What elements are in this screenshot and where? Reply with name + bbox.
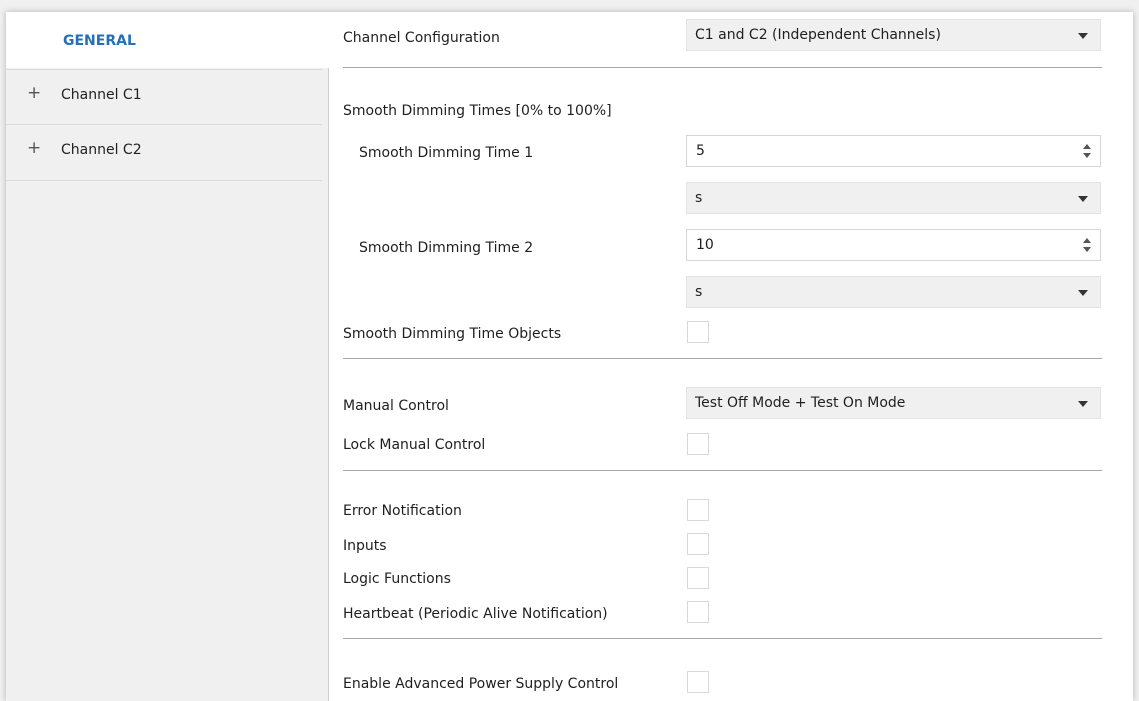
smooth-dimming-time-1-input[interactable]: 5: [686, 135, 1101, 167]
selected-value: C1 and C2 (Independent Channels): [695, 27, 941, 43]
smooth-dimming-time-2-input[interactable]: 10: [686, 229, 1101, 261]
smooth-dimming-section-label: Smooth Dimming Times [0% to 100%]: [343, 103, 612, 119]
sidebar-item-channel-c1[interactable]: + Channel C1: [6, 69, 322, 125]
section-divider: [343, 358, 1102, 359]
input-value: 10: [696, 237, 714, 253]
inputs-checkbox[interactable]: [687, 533, 709, 555]
channel-configuration-select[interactable]: C1 and C2 (Independent Channels): [686, 19, 1101, 51]
spinner-arrows-icon[interactable]: [1083, 238, 1092, 254]
manual-control-label: Manual Control: [343, 398, 449, 414]
sidebar: GENERAL + Channel C1 + Channel C2: [6, 12, 329, 701]
manual-control-select[interactable]: Test Off Mode + Test On Mode: [686, 387, 1101, 419]
lock-manual-control-label: Lock Manual Control: [343, 437, 486, 453]
channel-configuration-label: Channel Configuration: [343, 30, 500, 46]
section-divider: [343, 67, 1102, 68]
heartbeat-checkbox[interactable]: [687, 601, 709, 623]
inputs-label: Inputs: [343, 538, 387, 554]
sidebar-item-label: GENERAL: [63, 33, 136, 49]
sidebar-item-label: Channel C2: [61, 142, 142, 158]
lock-manual-control-checkbox[interactable]: [687, 433, 709, 455]
advanced-power-supply-checkbox[interactable]: [687, 671, 709, 693]
chevron-down-icon: [1078, 196, 1088, 202]
smooth-dimming-objects-label: Smooth Dimming Time Objects: [343, 326, 562, 342]
error-notification-checkbox[interactable]: [687, 499, 709, 521]
sidebar-item-channel-c2[interactable]: + Channel C2: [6, 125, 322, 181]
smooth-dimming-time-1-unit-select[interactable]: s: [686, 182, 1101, 214]
parameters-window: GENERAL + Channel C1 + Channel C2 Channe…: [6, 12, 1133, 701]
error-notification-label: Error Notification: [343, 503, 462, 519]
chevron-down-icon: [1078, 290, 1088, 296]
spinner-arrows-icon[interactable]: [1083, 144, 1092, 160]
sidebar-item-label: Channel C1: [61, 87, 142, 103]
expand-plus-icon[interactable]: +: [27, 138, 41, 158]
selected-value: Test Off Mode + Test On Mode: [695, 395, 906, 411]
section-divider: [343, 470, 1102, 471]
selected-value: s: [695, 190, 703, 206]
logic-functions-label: Logic Functions: [343, 571, 451, 587]
input-value: 5: [696, 143, 705, 159]
smooth-dimming-objects-checkbox[interactable]: [687, 321, 709, 343]
section-divider: [343, 638, 1102, 639]
smooth-dimming-time-2-label: Smooth Dimming Time 2: [359, 240, 534, 256]
sidebar-item-general[interactable]: GENERAL: [6, 12, 329, 68]
selected-value: s: [695, 284, 703, 300]
chevron-down-icon: [1078, 33, 1088, 39]
heartbeat-label: Heartbeat (Periodic Alive Notification): [343, 606, 608, 622]
chevron-down-icon: [1078, 401, 1088, 407]
smooth-dimming-time-2-unit-select[interactable]: s: [686, 276, 1101, 308]
expand-plus-icon[interactable]: +: [27, 83, 41, 103]
advanced-power-supply-label: Enable Advanced Power Supply Control: [343, 676, 619, 692]
logic-functions-checkbox[interactable]: [687, 567, 709, 589]
smooth-dimming-time-1-label: Smooth Dimming Time 1: [359, 145, 534, 161]
